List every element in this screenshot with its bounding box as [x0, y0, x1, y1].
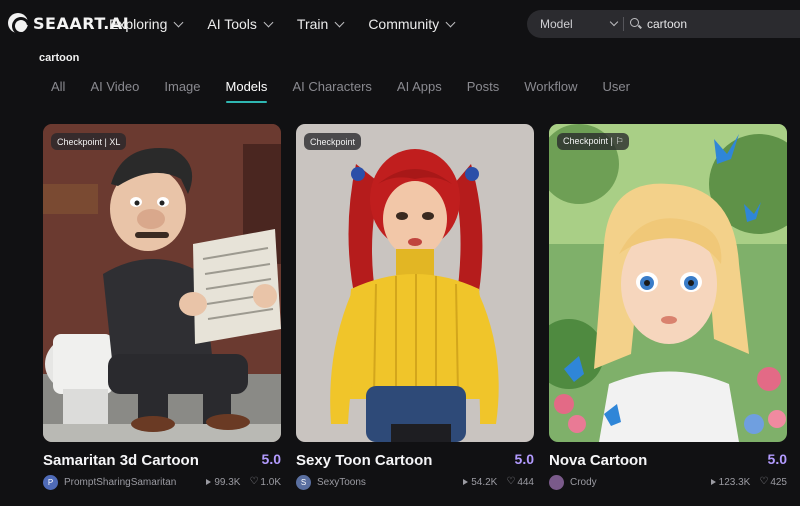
likes-stat: ♡ 444: [506, 477, 534, 488]
views-count: 54.2K: [471, 476, 498, 488]
likes-count: 425: [770, 476, 787, 488]
nav-train-label: Train: [296, 16, 329, 32]
model-score: 5.0: [767, 451, 787, 467]
heart-icon: ♡: [759, 476, 769, 487]
likes-count: 444: [517, 476, 534, 488]
logo-icon: [8, 13, 28, 33]
chevron-down-icon: [334, 17, 345, 27]
tab-ai-video[interactable]: AI Video: [90, 79, 139, 101]
author-name[interactable]: PromptSharingSamaritan: [64, 477, 197, 488]
main-nav: Exploring AI Tools Train Community: [109, 0, 479, 48]
tab-image[interactable]: Image: [164, 79, 200, 101]
tab-ai-characters[interactable]: AI Characters: [292, 79, 371, 101]
tab-posts[interactable]: Posts: [467, 79, 500, 101]
nav-community[interactable]: Community: [368, 16, 456, 32]
nav-exploring[interactable]: Exploring: [109, 16, 184, 32]
chevron-down-icon: [173, 17, 184, 27]
nav-train[interactable]: Train: [296, 16, 345, 32]
model-thumbnail[interactable]: Checkpoint | XL: [43, 124, 281, 442]
chevron-down-icon: [445, 17, 456, 27]
play-icon: [463, 479, 469, 485]
search-bar: Model: [527, 10, 800, 38]
search-input[interactable]: [647, 17, 797, 31]
model-score: 5.0: [514, 451, 534, 467]
search-type-select[interactable]: Model: [527, 10, 623, 38]
top-bar: SEAART.AI Exploring AI Tools Train Commu…: [0, 0, 800, 48]
cartoon-girl-yellow-sweater-image: [296, 124, 534, 442]
nav-community-label: Community: [368, 16, 440, 32]
play-icon: [206, 479, 212, 485]
likes-stat: ♡ 425: [759, 477, 787, 488]
model-card[interactable]: Checkpoint Sexy Toon Cartoon 5.0 S SexyT…: [296, 124, 534, 490]
heart-icon: ♡: [249, 476, 259, 487]
avatar[interactable]: S: [296, 474, 311, 490]
tab-ai-apps[interactable]: AI Apps: [397, 79, 442, 101]
chevron-down-icon: [263, 17, 274, 27]
model-meta: S SexyToons 54.2K ♡ 444: [296, 474, 534, 490]
model-card[interactable]: Checkpoint | XL Samaritan 3d Cartoon 5.0…: [43, 124, 281, 490]
nav-ai-tools[interactable]: AI Tools: [207, 16, 274, 32]
author-name[interactable]: Crody: [570, 477, 702, 488]
model-thumbnail[interactable]: Checkpoint: [296, 124, 534, 442]
result-tabs: All AI Video Image Models AI Characters …: [51, 79, 655, 105]
model-score: 5.0: [261, 451, 281, 467]
nav-ai-tools-label: AI Tools: [207, 16, 257, 32]
views-count: 99.3K: [214, 476, 241, 488]
likes-count: 1.0K: [260, 476, 281, 488]
cartoon-girl-butterflies-image: [549, 124, 787, 442]
tab-workflow[interactable]: Workflow: [524, 79, 577, 101]
nav-exploring-label: Exploring: [109, 16, 168, 32]
model-title[interactable]: Nova Cartoon: [549, 452, 647, 469]
play-icon: [710, 479, 716, 485]
model-meta: Crody 123.3K ♡ 425: [549, 474, 787, 490]
model-thumbnail[interactable]: Checkpoint | ⚐: [549, 124, 787, 442]
views-stat: 123.3K: [710, 476, 751, 488]
model-title[interactable]: Sexy Toon Cartoon: [296, 452, 432, 469]
model-type-badge: Checkpoint | ⚐: [557, 133, 630, 150]
model-card[interactable]: Checkpoint | ⚐ Nova Cartoon 5.0 Crody 12…: [549, 124, 787, 490]
model-meta: P PromptSharingSamaritan 99.3K ♡ 1.0K: [43, 474, 281, 490]
search-divider: [623, 17, 624, 31]
tab-models[interactable]: Models: [225, 79, 267, 103]
model-type-badge: Checkpoint | XL: [51, 133, 127, 150]
views-stat: 99.3K: [206, 477, 240, 488]
tab-all[interactable]: All: [51, 79, 65, 101]
views-stat: 54.2K: [463, 477, 497, 488]
likes-stat: ♡ 1.0K: [249, 477, 281, 488]
heart-icon: ♡: [506, 476, 516, 487]
views-count: 123.3K: [718, 476, 751, 488]
chevron-down-icon: [609, 17, 619, 27]
avatar[interactable]: P: [43, 474, 58, 490]
avatar[interactable]: [549, 474, 564, 490]
search-icon[interactable]: [630, 18, 642, 30]
search-type-value: Model: [540, 17, 573, 31]
tab-user[interactable]: User: [602, 79, 629, 101]
model-type-badge: Checkpoint: [304, 133, 362, 150]
cartoon-man-reading-image: [43, 124, 281, 442]
results-heading: cartoon: [39, 52, 80, 64]
model-title[interactable]: Samaritan 3d Cartoon: [43, 452, 199, 469]
author-name[interactable]: SexyToons: [317, 477, 454, 488]
